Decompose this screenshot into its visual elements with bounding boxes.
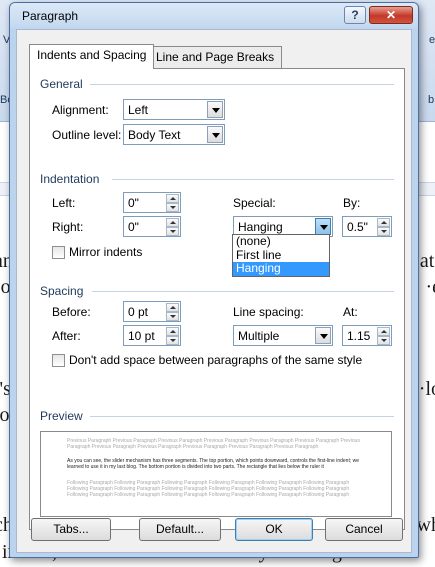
spacing-before-label: Before: [52,305,91,319]
section-indentation: Indentation [40,172,100,186]
right-indent-value: 0" [128,220,139,234]
dont-add-space-checkbox[interactable] [52,354,65,367]
dialog-client-area: Indents and Spacing Line and Page Breaks… [16,29,412,553]
spin-up-icon[interactable] [166,327,179,336]
section-preview: Preview [40,409,83,423]
doc-text-line: wh [416,514,435,536]
alignment-label: Alignment: [52,103,109,117]
outline-level-value: Body Text [128,128,181,142]
ok-button[interactable]: OK [235,518,313,541]
section-general: General [40,77,83,91]
special-option-first-line[interactable]: First line [233,248,329,263]
line-spacing-select[interactable]: Multiple [233,325,333,346]
right-indent-input[interactable]: 0" [123,216,181,237]
chevron-down-icon[interactable] [207,101,223,118]
left-indent-input[interactable]: 0" [123,192,181,213]
at-input[interactable]: 1.15 [342,325,392,346]
tab-label: Indents and Spacing [37,48,147,62]
line-spacing-label: Line spacing: [233,305,304,319]
spin-up-icon[interactable] [377,218,390,227]
tab-line-and-page-breaks[interactable]: Line and Page Breaks [148,46,283,68]
alignment-select[interactable]: Left [123,99,225,120]
by-label: By: [343,196,361,210]
divider [90,84,394,85]
outline-level-select[interactable]: Body Text [123,124,225,145]
spin-down-icon[interactable] [166,312,179,321]
preview-previous-paragraph: Previous Paragraph Previous Paragraph Pr… [67,438,360,450]
by-value: 0.5" [347,220,368,234]
dialog-title: Paragraph [22,9,79,23]
paragraph-dialog: Paragraph ? ✕ Indents and Spacing Line a… [9,2,419,558]
left-indent-value: 0" [128,196,139,210]
chevron-down-icon[interactable] [315,327,331,344]
spacing-after-label: After: [52,329,81,343]
doc-text-line: ·e [425,276,435,298]
dont-add-space-label: Don't add space between paragraphs of th… [69,353,363,367]
special-dropdown-options[interactable]: (none) First line Hanging [232,234,330,277]
special-option-none[interactable]: (none) [233,235,329,249]
help-button[interactable]: ? [344,6,366,24]
spin-up-icon[interactable] [166,303,179,312]
dialog-titlebar[interactable]: Paragraph ? ✕ [10,3,418,29]
tab-label: Line and Page Breaks [156,50,275,64]
left-indent-label: Left: [52,196,76,210]
special-value: Hanging [238,220,283,234]
preview-box: Previous Paragraph Previous Paragraph Pr… [40,431,392,517]
doc-text-line: at· [419,250,435,272]
spin-down-icon[interactable] [166,336,179,345]
mirror-indents-label: Mirror indents [69,245,143,259]
set-default-button[interactable]: Default... [139,518,221,541]
at-value: 1.15 [347,329,371,343]
special-label: Special: [233,196,276,210]
preview-following-paragraph: Following Paragraph Following Paragraph … [67,480,350,498]
spacing-after-input[interactable]: 10 pt [123,325,181,346]
divider [112,179,394,180]
divider [90,416,394,417]
mirror-indents-checkbox[interactable] [52,246,65,259]
doc-text-line: ·lo [418,378,435,400]
right-indent-label: Right: [52,220,84,234]
spin-down-icon[interactable] [166,227,179,236]
alignment-value: Left [128,103,149,117]
spin-down-icon[interactable] [166,203,179,212]
ribbon-text: e [429,34,435,46]
ribbon-text: b [428,94,435,106]
spin-down-icon[interactable] [377,336,390,345]
spacing-before-input[interactable]: 0 pt [123,301,181,322]
indents-spacing-panel: General Alignment: Left Outline level: B… [29,68,405,530]
spin-up-icon[interactable] [377,327,390,336]
section-spacing: Spacing [40,284,84,298]
chevron-down-icon[interactable] [315,218,331,235]
preview-sample-paragraph: As you can see, the slider mechanism has… [67,458,360,470]
close-button[interactable]: ✕ [369,6,413,24]
chevron-down-icon[interactable] [207,126,223,143]
tabs-button[interactable]: Tabs... [31,518,111,541]
spin-down-icon[interactable] [377,227,390,236]
spin-up-icon[interactable] [166,218,179,227]
special-option-hanging[interactable]: Hanging [233,262,329,276]
spacing-before-value: 0 pt [128,305,149,319]
at-label: At: [343,305,358,319]
divider [92,291,394,292]
outline-level-label: Outline level: [52,128,122,142]
tab-indents-and-spacing[interactable]: Indents and Spacing [29,44,155,69]
cancel-button[interactable]: Cancel [325,518,403,541]
spacing-after-value: 10 pt [128,329,155,343]
spin-up-icon[interactable] [166,194,179,203]
by-input[interactable]: 0.5" [342,216,392,237]
line-spacing-value: Multiple [238,329,280,343]
